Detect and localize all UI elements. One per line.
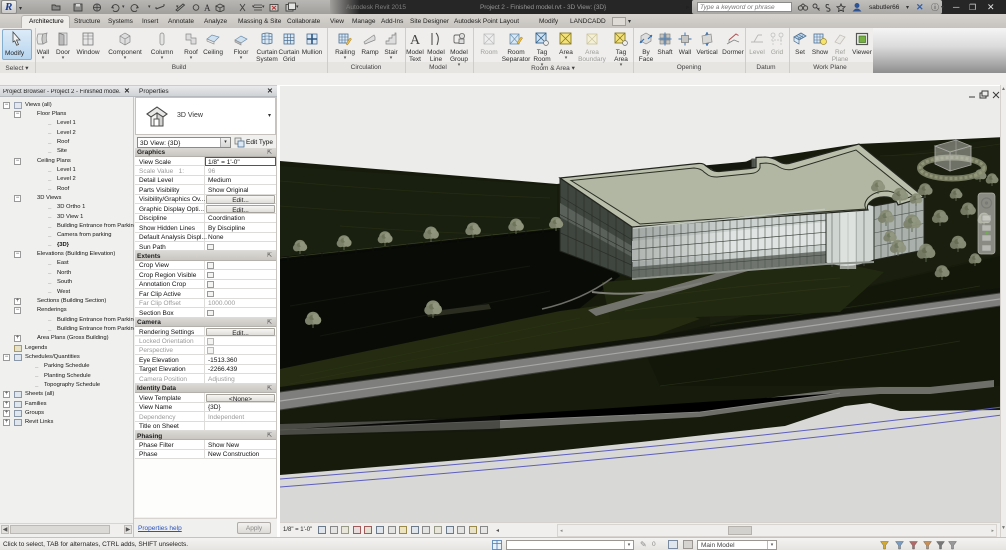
svg-text:A: A bbox=[204, 3, 211, 12]
svg-text:A: A bbox=[410, 33, 421, 47]
